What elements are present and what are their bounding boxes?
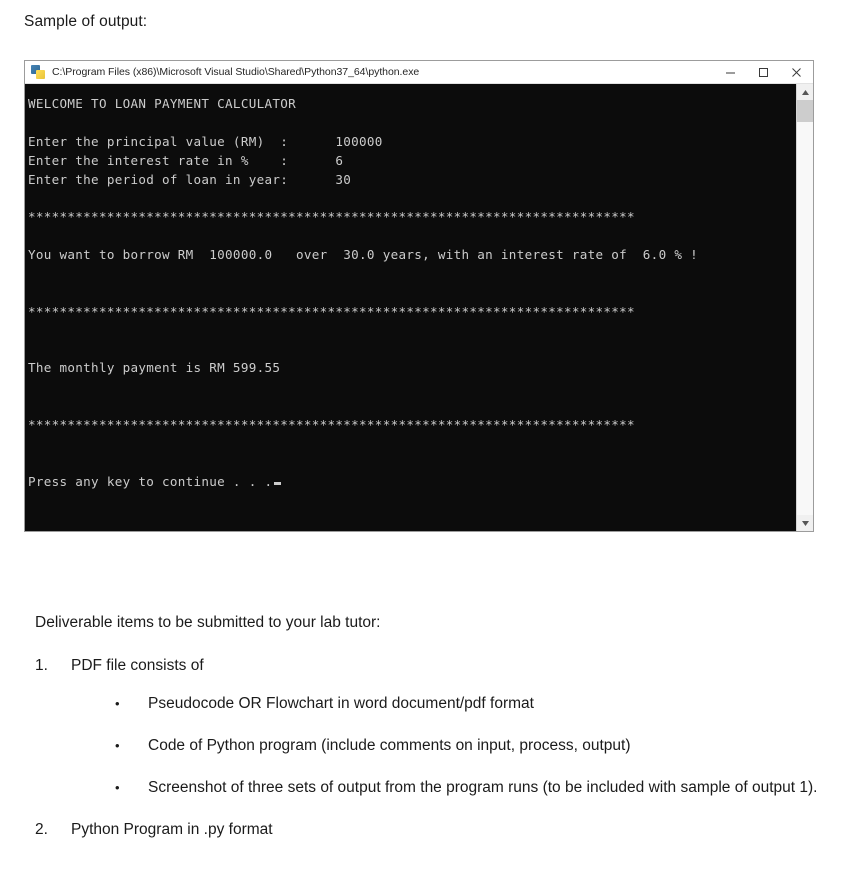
bullet-text: Pseudocode OR Flowchart in word document… bbox=[148, 695, 534, 712]
list-item-text: PDF file consists of bbox=[71, 657, 204, 674]
list-item-number: 1. bbox=[35, 657, 48, 674]
scroll-up-icon[interactable] bbox=[797, 84, 813, 100]
close-icon[interactable] bbox=[780, 61, 813, 83]
list-item: • Code of Python program (include commen… bbox=[115, 735, 855, 756]
console-output[interactable]: WELCOME TO LOAN PAYMENT CALCULATOR Enter… bbox=[25, 84, 796, 531]
bullet-text: Code of Python program (include comments… bbox=[148, 737, 631, 754]
maximize-icon[interactable] bbox=[747, 61, 780, 83]
console-line: Enter the interest rate in % : 6 bbox=[28, 152, 344, 168]
console-line: Press any key to continue . . . bbox=[28, 473, 796, 492]
console-line: WELCOME TO LOAN PAYMENT CALCULATOR bbox=[28, 96, 296, 111]
text-cursor bbox=[274, 481, 282, 485]
console-window: C:\Program Files (x86)\Microsoft Visual … bbox=[24, 60, 814, 532]
console-line: The monthly payment is RM 599.55 bbox=[28, 360, 281, 376]
console-line: Enter the principal value (RM) : 100000 bbox=[28, 133, 383, 149]
list-item-number: 2. bbox=[35, 821, 48, 838]
scrollbar-thumb[interactable] bbox=[797, 100, 813, 122]
page-title: Sample of output: bbox=[24, 13, 148, 30]
window-controls bbox=[714, 61, 813, 83]
bullet-icon: • bbox=[115, 780, 120, 795]
list-item: • Screenshot of three sets of output fro… bbox=[115, 777, 855, 798]
bullet-list: • Pseudocode OR Flowchart in word docume… bbox=[0, 693, 855, 798]
console-line: ****************************************… bbox=[28, 417, 635, 433]
console-body: WELCOME TO LOAN PAYMENT CALCULATOR Enter… bbox=[25, 84, 813, 531]
list-item: • Pseudocode OR Flowchart in word docume… bbox=[115, 693, 855, 714]
bullet-icon: • bbox=[115, 696, 120, 711]
scrollbar-track[interactable] bbox=[797, 100, 813, 515]
console-scrollbar[interactable] bbox=[796, 84, 813, 531]
console-title-text: C:\Program Files (x86)\Microsoft Visual … bbox=[52, 66, 420, 78]
list-item-1: 1. PDF file consists of bbox=[35, 655, 855, 677]
console-titlebar[interactable]: C:\Program Files (x86)\Microsoft Visual … bbox=[25, 61, 813, 84]
minimize-icon[interactable] bbox=[714, 61, 747, 83]
bullet-text: Screenshot of three sets of output from … bbox=[148, 779, 818, 796]
console-line: You want to borrow RM 100000.0 over 30.0… bbox=[28, 247, 698, 263]
console-line: ****************************************… bbox=[28, 303, 635, 319]
bullet-icon: • bbox=[115, 738, 120, 753]
console-line: Enter the period of loan in year: 30 bbox=[28, 171, 352, 187]
list-item-2: 2. Python Program in .py format bbox=[35, 819, 855, 841]
deliverables-intro: Deliverable items to be submitted to you… bbox=[35, 614, 381, 631]
console-line: ****************************************… bbox=[28, 209, 635, 225]
python-icon bbox=[30, 64, 46, 80]
scroll-down-icon[interactable] bbox=[797, 515, 813, 531]
list-item-text: Python Program in .py format bbox=[71, 821, 273, 838]
deliverables-section: Deliverable items to be submitted to you… bbox=[0, 612, 855, 841]
